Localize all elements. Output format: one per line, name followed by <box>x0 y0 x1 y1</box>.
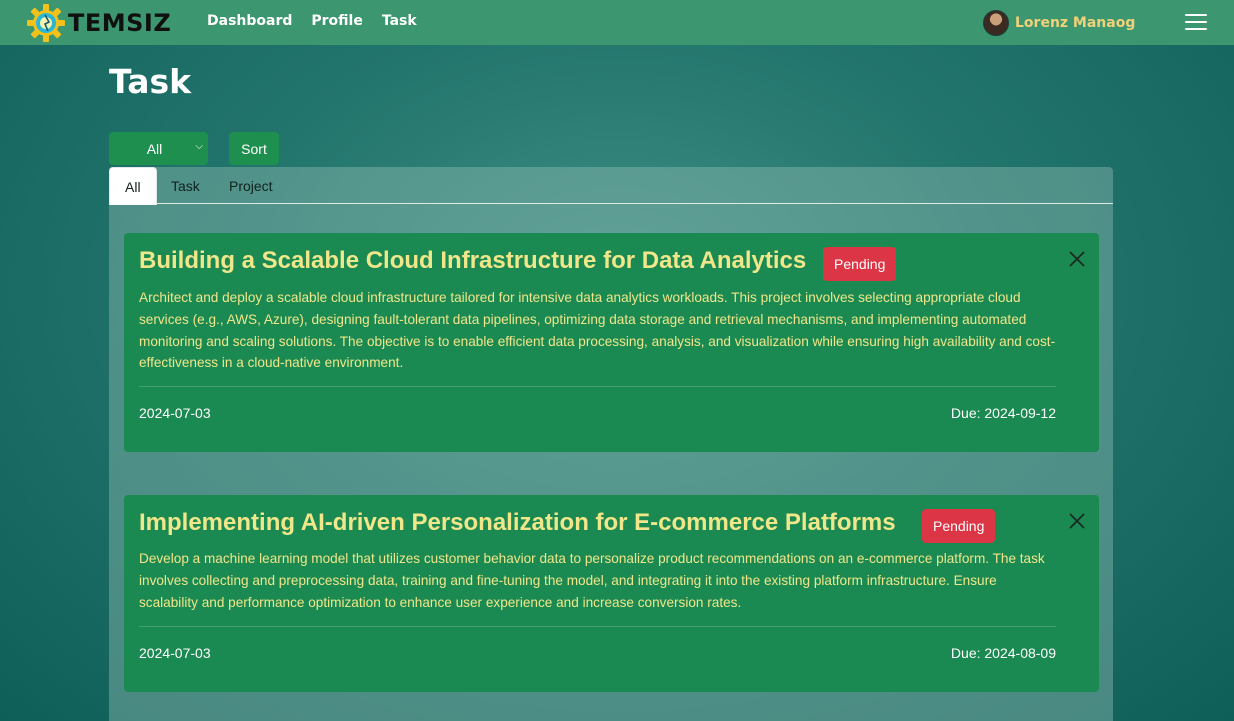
brand[interactable]: TEMSIZ <box>26 3 171 43</box>
status-badge: Pending <box>823 247 897 281</box>
card-divider <box>139 386 1056 387</box>
brand-name: TEMSIZ <box>68 9 172 37</box>
card-title: Implementing AI-driven Personalization f… <box>139 509 896 536</box>
user-menu[interactable]: Lorenz Manaog <box>983 10 1135 36</box>
tab-project[interactable]: Project <box>214 167 288 204</box>
tab-task[interactable]: Task <box>156 167 215 204</box>
task-card[interactable]: Implementing AI-driven Personalization f… <box>124 495 1099 692</box>
chevron-down-icon: ⌵ <box>195 141 203 152</box>
avatar[interactable] <box>983 10 1009 36</box>
filter-select-value: All <box>146 140 163 157</box>
card-date: 2024-07-03 <box>139 405 211 421</box>
gear-logo-icon <box>27 4 65 42</box>
task-card[interactable]: Building a Scalable Cloud Infrastructure… <box>124 233 1099 452</box>
card-due-date: Due: 2024-08-09 <box>950 645 1056 661</box>
card-description: Develop a machine learning model that ut… <box>139 551 1045 610</box>
nav-link-dashboard[interactable]: Dashboard <box>207 13 292 29</box>
card-title: Building a Scalable Cloud Infrastructure… <box>139 247 807 274</box>
close-icon[interactable] <box>1068 512 1086 530</box>
nav-link-profile[interactable]: Profile <box>311 13 362 29</box>
status-badge: Pending <box>922 509 996 543</box>
navbar: TEMSIZ Dashboard Profile Task Lorenz Man… <box>0 0 1234 45</box>
card-divider <box>139 626 1056 627</box>
filter-select[interactable]: All ⌵ <box>109 132 208 165</box>
close-icon[interactable] <box>1068 250 1086 268</box>
tab-bar: All Task Project <box>109 167 1113 205</box>
page-title: Task <box>109 62 192 101</box>
hamburger-menu-icon[interactable] <box>1185 14 1207 31</box>
card-due-date: Due: 2024-09-12 <box>950 405 1056 421</box>
user-name[interactable]: Lorenz Manaog <box>1015 15 1135 31</box>
sort-button[interactable]: Sort <box>229 132 279 165</box>
nav-link-task[interactable]: Task <box>382 13 417 29</box>
card-description: Architect and deploy a scalable cloud in… <box>139 290 1056 371</box>
tab-all[interactable]: All <box>109 167 157 205</box>
nav-links: Dashboard Profile Task <box>207 13 417 29</box>
card-date: 2024-07-03 <box>139 645 211 661</box>
